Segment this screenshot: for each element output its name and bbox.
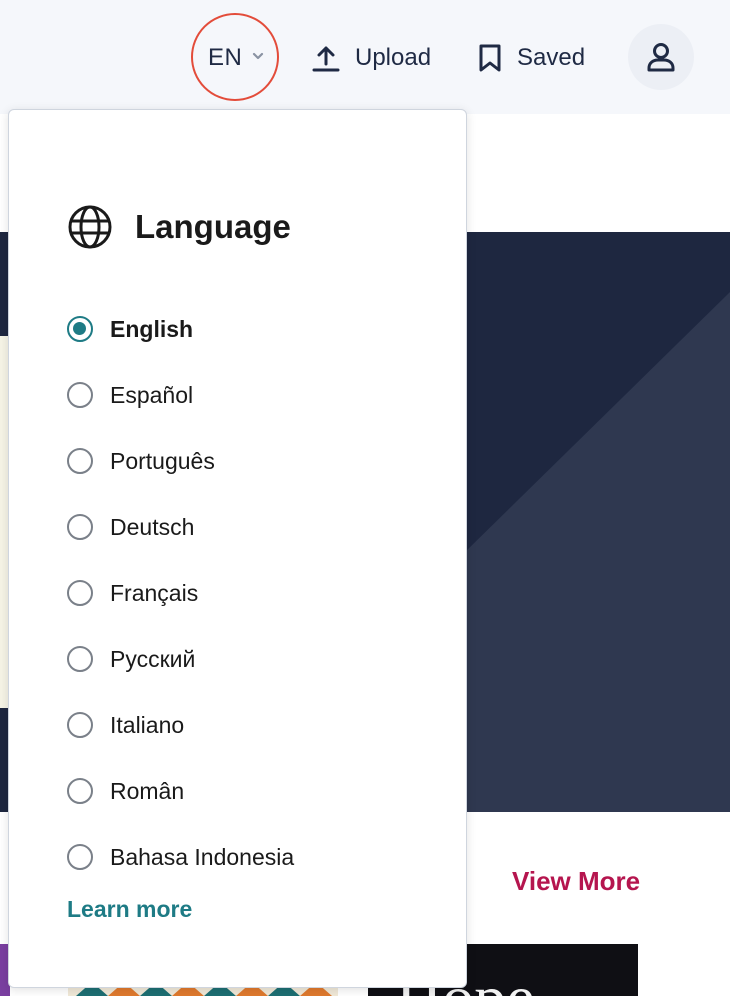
account-button[interactable] xyxy=(628,24,694,90)
language-option-francais[interactable]: Français xyxy=(67,560,294,626)
learn-more-link[interactable]: Learn more xyxy=(67,896,192,923)
radio[interactable] xyxy=(67,844,93,870)
language-dropdown: Language English Español Português Deuts… xyxy=(8,109,467,988)
language-label: Português xyxy=(110,447,215,474)
language-options: English Español Português Deutsch França… xyxy=(67,296,294,890)
language-option-deutsch[interactable]: Deutsch xyxy=(67,494,294,560)
language-option-russian[interactable]: Русский xyxy=(67,626,294,692)
language-label: Român xyxy=(110,777,185,804)
page: EN Upload Saved View More Language Engli… xyxy=(0,0,730,996)
top-header: EN Upload Saved xyxy=(0,0,730,114)
radio[interactable] xyxy=(67,580,93,606)
saved-label: Saved xyxy=(517,44,586,71)
language-label: Français xyxy=(110,579,199,606)
saved-button[interactable]: Saved xyxy=(477,36,585,80)
language-option-italiano[interactable]: Italiano xyxy=(67,692,294,758)
language-option-bahasa-indonesia[interactable]: Bahasa Indonesia xyxy=(67,824,294,890)
radio[interactable] xyxy=(67,382,93,408)
user-icon xyxy=(647,43,675,72)
language-option-portugues[interactable]: Português xyxy=(67,428,294,494)
radio-checked[interactable] xyxy=(67,316,93,342)
language-heading: Language xyxy=(67,204,291,250)
upload-label: Upload xyxy=(355,44,432,71)
language-label: Deutsch xyxy=(110,513,195,540)
language-code: EN xyxy=(208,44,243,71)
language-label: English xyxy=(110,315,194,342)
language-label: Русский xyxy=(110,645,196,672)
radio[interactable] xyxy=(67,514,93,540)
globe-icon xyxy=(68,205,112,249)
chevron-down-icon xyxy=(252,52,264,60)
language-title: Language xyxy=(135,208,291,245)
language-option-english[interactable]: English xyxy=(67,296,294,362)
radio[interactable] xyxy=(67,646,93,672)
bookmark-icon xyxy=(479,44,501,72)
radio[interactable] xyxy=(67,778,93,804)
radio[interactable] xyxy=(67,448,93,474)
radio[interactable] xyxy=(67,712,93,738)
language-label: Español xyxy=(110,381,194,408)
language-option-espanol[interactable]: Español xyxy=(67,362,294,428)
language-option-roman[interactable]: Român xyxy=(67,758,294,824)
language-label: Italiano xyxy=(110,711,185,738)
upload-button[interactable]: Upload xyxy=(311,36,431,80)
language-label: Bahasa Indonesia xyxy=(110,843,295,870)
view-more-link[interactable]: View More xyxy=(512,866,640,897)
upload-icon xyxy=(312,46,340,72)
